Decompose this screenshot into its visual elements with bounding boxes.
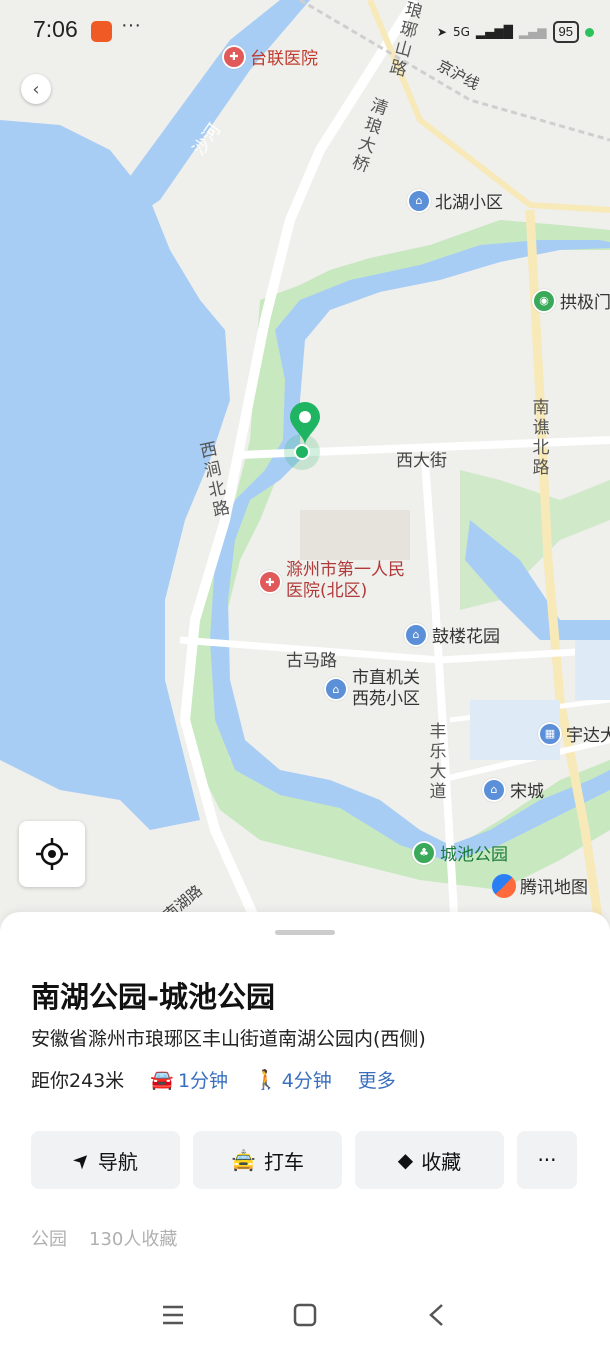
residential-icon: ⌂ (404, 622, 428, 647)
navigate-label: 导航 (97, 1149, 138, 1174)
favorite-button[interactable]: ◆ 收藏 (355, 1131, 504, 1189)
brand-label: 腾讯地图 (520, 878, 588, 898)
hospital-icon: ✚ (258, 570, 282, 594)
tencent-map-logo-icon (492, 873, 516, 898)
road-label-nanqiao: 南谯北路 (532, 398, 550, 478)
navigation-arrow-icon: ➤ (67, 1145, 96, 1175)
road-label-fengle: 丰乐大道 (429, 722, 447, 802)
walk-time[interactable]: 🚶 4分钟 (254, 1066, 332, 1093)
more-notifications-icon: ··· (121, 14, 141, 36)
back-chevron-icon (429, 1304, 443, 1326)
status-icons: ➤ 5G ▂▄▆█ ▂▄▆ 95 (437, 18, 594, 46)
place-meta: 距你243米 🚘 1分钟 🚶 4分钟 更多 (31, 1066, 422, 1093)
poi-label: 宋城 (510, 782, 544, 802)
sheet-drag-handle[interactable] (275, 930, 335, 935)
more-actions-button[interactable]: ··· (517, 1131, 577, 1189)
residential-icon: ⌂ (482, 777, 506, 802)
location-marker-icon[interactable] (280, 400, 330, 472)
more-link[interactable]: 更多 (358, 1066, 396, 1093)
home-square-icon (293, 1303, 317, 1327)
place-title: 南湖公园-城池公园 (31, 980, 276, 1014)
action-buttons: ➤ 导航 🚖 打车 ◆ 收藏 ··· (31, 1131, 577, 1189)
map-view[interactable]: 7:06 ··· ➤ 5G ▂▄▆█ ▂▄▆ 95 ‹ ✚ 台联医院 沙河 京沪… (0, 0, 610, 930)
poi-north-lake[interactable]: ⌂ 北湖小区 (407, 188, 503, 213)
battery-icon: 95 (552, 21, 579, 43)
taxi-label: 打车 (263, 1149, 304, 1174)
location-arrow-icon: ➤ (436, 25, 447, 39)
poi-songcheng[interactable]: ⌂ 宋城 (482, 777, 544, 802)
road-label-xida: 西大街 (396, 451, 447, 471)
poi-first-hospital[interactable]: ✚ 滁州市第一人民医院(北区) (258, 560, 421, 602)
residential-icon: ⌂ (324, 677, 348, 701)
category-tag: 公园 (31, 1229, 67, 1250)
my-location-button[interactable] (19, 821, 85, 887)
poi-label: 鼓楼花园 (432, 627, 500, 647)
walk-time-label: 4分钟 (281, 1070, 332, 1092)
poi-label: 拱极门 (560, 293, 610, 313)
residential-icon: ⌂ (407, 188, 431, 213)
poi-gongji[interactable]: ◉ 拱极门 (532, 288, 610, 313)
poi-gulou[interactable]: ⌂ 鼓楼花园 (404, 622, 500, 647)
poi-yuda[interactable]: ▦ 宇达大 (538, 721, 610, 746)
poi-label: 市直机关西苑小区 (352, 668, 420, 709)
more-dots-icon: ··· (537, 1148, 557, 1172)
poi-label: 台联医院 (250, 49, 318, 69)
walk-icon: 🚶 (254, 1069, 278, 1091)
drive-time[interactable]: 🚘 1分钟 (150, 1066, 228, 1093)
poi-label: 城池公园 (440, 845, 508, 865)
navigate-button[interactable]: ➤ 导航 (31, 1131, 180, 1189)
menu-icon (163, 1305, 183, 1325)
recent-apps-button[interactable] (160, 1302, 186, 1332)
poi-shizhi[interactable]: ⌂ 市直机关西苑小区 (324, 668, 432, 710)
hospital-icon: ✚ (222, 44, 246, 69)
system-nav-bar (0, 1282, 610, 1356)
favorite-label: 收藏 (421, 1149, 462, 1174)
place-address: 安徽省滁州市琅琊区丰山街道南湖公园内(西侧) (31, 1028, 426, 1050)
poi-chengchi-park[interactable]: ♣ 城池公园 (412, 840, 508, 865)
signal-icon: ▂▄▆█ (475, 25, 513, 39)
back-nav-button[interactable] (424, 1302, 450, 1332)
signal-weak-icon: ▂▄▆ (518, 25, 547, 39)
distance-text: 距你243米 (31, 1070, 125, 1092)
back-button[interactable]: ‹ (21, 74, 51, 104)
status-time: 7:06 (33, 16, 78, 42)
network-label: 5G (452, 25, 470, 39)
app-notification-icon (91, 21, 112, 42)
home-button[interactable] (292, 1302, 318, 1332)
place-tags: 公园 130人收藏 (31, 1225, 177, 1251)
poi-label: 滁州市第一人民医院(北区) (286, 560, 405, 601)
crosshair-icon (36, 838, 68, 870)
poi-label: 宇达大 (566, 726, 610, 746)
taxi-button[interactable]: 🚖 打车 (193, 1131, 342, 1189)
poi-tailian-hospital[interactable]: ✚ 台联医院 (222, 44, 318, 69)
cube-icon: ◆ (397, 1148, 414, 1172)
taxi-icon: 🚖 (231, 1148, 256, 1172)
car-icon: 🚘 (150, 1069, 174, 1091)
drive-time-label: 1分钟 (177, 1070, 229, 1092)
favorites-count: 130人收藏 (89, 1229, 178, 1250)
scenic-icon: ◉ (532, 288, 556, 313)
park-icon: ♣ (412, 840, 436, 865)
poi-label: 北湖小区 (435, 193, 503, 213)
privacy-dot-icon (585, 27, 594, 37)
building-icon: ▦ (538, 721, 562, 746)
chevron-left-icon: ‹ (32, 78, 40, 100)
map-brand: 腾讯地图 (492, 873, 588, 898)
